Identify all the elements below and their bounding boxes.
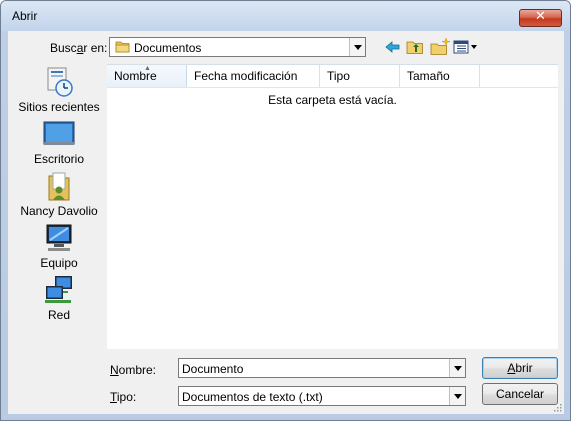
file-type-label: Tipo: [110,390,137,404]
up-folder-icon[interactable] [405,37,425,57]
file-list-view[interactable]: ▲ Nombre Fecha modificación Tipo Tamaño … [107,64,558,349]
place-network[interactable]: Red [14,274,104,324]
place-label: Sitios recientes [18,100,100,114]
places-bar: Sitios recientes Escritorio Nancy Davoli… [14,62,104,352]
views-menu-icon[interactable] [452,37,480,57]
window-title: Abrir [12,9,38,23]
column-header-date[interactable]: Fecha modificación [187,65,320,87]
computer-icon [46,224,72,251]
user-folder-icon [48,172,70,201]
column-header-size[interactable]: Tamaño [400,65,480,87]
resize-grip-icon[interactable] [552,402,562,412]
empty-folder-message: Esta carpeta está vacía. [268,93,397,107]
close-button[interactable]: ✕ [519,9,562,27]
recent-places-icon [47,67,73,97]
open-button[interactable]: Abrir [482,357,558,379]
place-recent[interactable]: Sitios recientes [14,66,104,116]
look-in-label: Buscar en: [50,41,108,55]
chevron-down-icon[interactable] [349,38,365,56]
folder-icon [115,41,130,53]
new-folder-icon[interactable] [429,37,451,57]
open-dialog: Abrir ✕ Buscar en: Documentos Sitios rec… [0,0,571,421]
column-header-label: Fecha modificación [194,69,298,83]
file-name-value: Documento [182,362,244,376]
chevron-down-icon[interactable] [449,387,465,405]
place-label: Red [47,308,70,322]
back-arrow-icon[interactable] [384,37,402,57]
cancel-button[interactable]: Cancelar [482,383,558,405]
column-header-name[interactable]: ▲ Nombre [107,65,187,87]
place-desktop[interactable]: Escritorio [14,118,104,168]
file-type-combo[interactable]: Documentos de texto (.txt) [178,386,466,406]
look-in-value: Documentos [134,41,202,55]
dialog-client-area: Buscar en: Documentos Sitios recientes E… [8,31,564,414]
title-bar[interactable]: Abrir ✕ [1,1,570,31]
file-name-combo[interactable]: Documento [178,358,466,378]
sort-ascending-icon: ▲ [144,65,151,72]
desktop-icon [43,121,75,145]
place-label: Equipo [40,256,78,270]
look-in-dropdown[interactable]: Documentos [109,37,366,57]
file-type-value: Documentos de texto (.txt) [182,390,323,404]
chevron-down-icon[interactable] [449,359,465,377]
place-label: Nancy Davolio [20,204,98,218]
column-header-label: Tamaño [407,69,450,83]
place-label: Escritorio [33,152,84,166]
place-user[interactable]: Nancy Davolio [14,170,104,220]
column-headers: ▲ Nombre Fecha modificación Tipo Tamaño [107,65,558,88]
column-header-type[interactable]: Tipo [320,65,400,87]
close-icon: ✕ [535,9,546,24]
column-header-label: Tipo [327,69,350,83]
network-icon [45,276,72,303]
place-computer[interactable]: Equipo [14,222,104,272]
file-name-label: Nombre: [110,363,157,377]
